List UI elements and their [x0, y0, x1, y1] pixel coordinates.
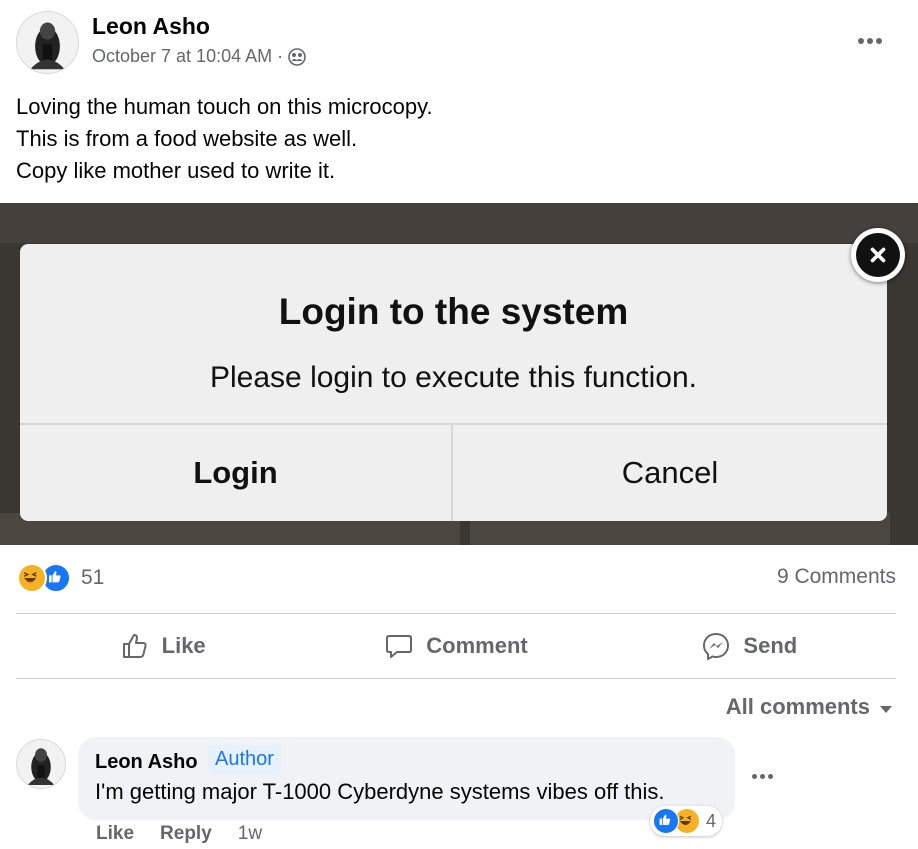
dialog-title: Login to the system — [278, 291, 629, 332]
post-meta: October 7 at 10:04 AM · — [92, 46, 306, 67]
more-dot-icon — [768, 773, 773, 779]
comment-button[interactable]: Comment — [309, 614, 602, 678]
comment-reactions[interactable]: 4 — [650, 806, 723, 836]
comment-icon — [386, 635, 413, 658]
commenter-avatar[interactable] — [16, 739, 66, 789]
comment-text: I'm getting major T-1000 Cyberdyne syste… — [95, 779, 665, 804]
send-button[interactable]: Send — [603, 614, 896, 678]
post-options-button[interactable] — [852, 28, 888, 54]
image-background — [0, 203, 918, 243]
dialog-login-button: Login — [193, 455, 278, 490]
post-timestamp[interactable]: October 7 at 10:04 AM — [92, 46, 272, 67]
send-label: Send — [743, 633, 798, 658]
comments-count-link[interactable]: 9 Comments — [777, 565, 896, 589]
post-header: Leon Asho October 7 at 10:04 AM · — [16, 10, 902, 76]
comment-age[interactable]: 1w — [238, 823, 262, 845]
post-author-name[interactable]: Leon Asho — [92, 13, 210, 40]
messenger-icon — [703, 633, 730, 660]
like-icon — [653, 808, 679, 834]
like-label: Like — [161, 633, 206, 658]
post-text: Loving the human touch on this microcopy… — [16, 91, 433, 187]
more-dot-icon — [876, 38, 882, 44]
post-text-line: This is from a food website as well. — [16, 126, 358, 151]
author-badge: Author — [208, 745, 281, 774]
more-dot-icon — [752, 773, 757, 779]
comment-sort-dropdown[interactable]: All comments — [726, 694, 892, 720]
comment-sort-label: All comments — [725, 694, 870, 719]
friends-icon[interactable] — [288, 47, 306, 66]
comment-options-button[interactable] — [752, 766, 778, 786]
post-image[interactable]: Login to the system Please login to exec… — [0, 203, 918, 545]
login-dialog: Login to the system Please login to exec… — [20, 244, 887, 521]
dialog-message: Please login to execute this function. — [210, 361, 697, 394]
more-dot-icon — [867, 38, 873, 44]
comment-like-button[interactable]: Like — [96, 823, 134, 845]
post-text-line: Copy like mother used to write it. — [16, 158, 336, 183]
more-dot-icon — [760, 773, 765, 779]
like-button[interactable]: Like — [16, 614, 309, 678]
more-dot-icon — [858, 38, 864, 44]
comment-actions: Like Reply 1w — [96, 823, 262, 845]
thumbs-up-icon — [122, 634, 147, 658]
post-action-bar: Like Comment Send — [16, 614, 896, 678]
meta-separator: · — [277, 46, 284, 66]
post-text-line: Loving the human touch on this microcopy… — [16, 94, 433, 119]
dialog-close-icon — [851, 228, 905, 282]
divider — [16, 678, 896, 679]
dialog-cancel-button: Cancel — [621, 455, 719, 490]
comment-label: Comment — [426, 633, 528, 658]
comment-reaction-count: 4 — [706, 810, 717, 831]
author-avatar[interactable] — [16, 11, 79, 74]
comment-reply-button[interactable]: Reply — [160, 823, 212, 845]
reaction-count: 51 — [81, 566, 105, 589]
haha-icon — [17, 563, 47, 593]
reaction-summary[interactable]: 51 — [17, 563, 104, 593]
caret-down-icon — [880, 705, 892, 713]
comment-author-name[interactable]: Leon Asho — [95, 751, 198, 774]
comment-bubble: Leon Asho Author I'm getting major T-100… — [78, 737, 735, 820]
